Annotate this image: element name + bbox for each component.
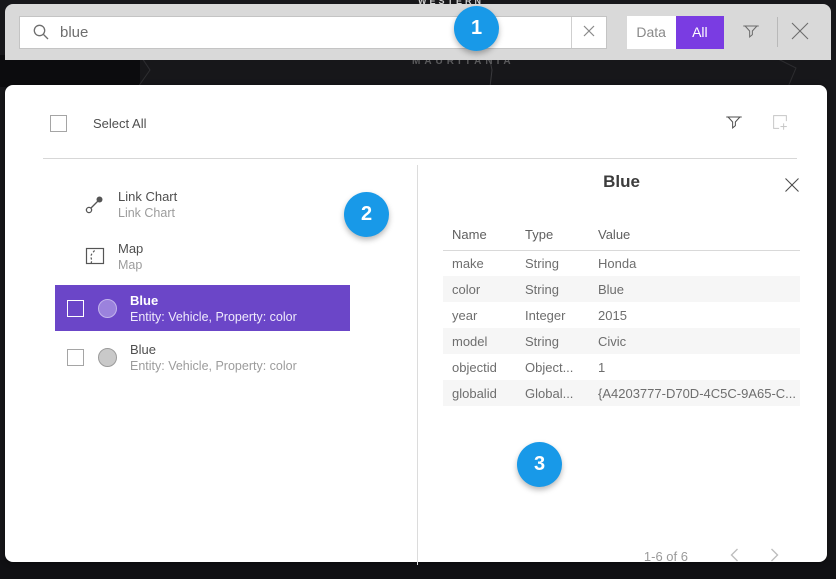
chevron-left-icon <box>730 548 739 565</box>
search-box <box>19 16 607 49</box>
map-icon <box>83 244 109 268</box>
detail-title: Blue <box>443 172 800 192</box>
column-header-type: Type <box>516 220 589 250</box>
link-chart-icon <box>83 192 109 216</box>
callout-badge-3: 3 <box>517 442 562 487</box>
column-header-value: Value <box>589 220 800 250</box>
attr-name: objectid <box>443 354 516 380</box>
results-panel: Select All <box>5 85 827 562</box>
close-detail-button[interactable] <box>780 174 804 198</box>
screenshot-root: WESTERN MAURITANIA Data All <box>0 0 836 579</box>
result-item-blue-selected[interactable]: Blue Entity: Vehicle, Property: color <box>55 285 350 331</box>
clear-search-button[interactable] <box>572 17 606 48</box>
attr-type: Object... <box>516 354 589 380</box>
column-header-name: Name <box>443 220 516 250</box>
entity-circle-icon <box>98 299 117 318</box>
filter-button[interactable] <box>734 15 767 49</box>
attribute-row: color String Blue <box>443 276 800 302</box>
close-search-button[interactable] <box>784 15 817 49</box>
scope-data-button[interactable]: Data <box>627 16 676 49</box>
result-checkbox[interactable] <box>67 349 84 366</box>
pagination: 1-6 of 6 <box>443 543 800 569</box>
result-checkbox[interactable] <box>67 300 84 317</box>
result-item-blue[interactable]: Blue Entity: Vehicle, Property: color <box>55 334 350 380</box>
attribute-row: globalid Global... {A4203777-D70D-4C5C-9… <box>443 380 800 406</box>
result-subtitle: Link Chart <box>118 205 177 221</box>
attribute-row: year Integer 2015 <box>443 302 800 328</box>
callout-badge-1: 1 <box>454 6 499 51</box>
result-title: Blue <box>130 292 297 309</box>
detail-panel: Blue Name Type <box>418 159 827 572</box>
search-toolbar: Data All <box>5 4 831 60</box>
attribute-row: model String Civic <box>443 328 800 354</box>
toolbar-divider <box>777 17 778 47</box>
attribute-row: objectid Object... 1 <box>443 354 800 380</box>
clear-x-icon <box>583 25 595 40</box>
result-title: Link Chart <box>118 188 177 205</box>
attr-type: Integer <box>516 302 589 328</box>
attr-value: 2015 <box>589 302 800 328</box>
attr-name: model <box>443 328 516 354</box>
attr-value: Civic <box>589 328 800 354</box>
search-icon <box>32 23 50 41</box>
attr-type: String <box>516 328 589 354</box>
attr-value: Honda <box>589 250 800 276</box>
next-page-button[interactable] <box>762 544 786 568</box>
attr-name: globalid <box>443 380 516 406</box>
attribute-header-row: Name Type Value <box>443 220 800 250</box>
callout-badge-2: 2 <box>344 192 389 237</box>
attr-name: year <box>443 302 516 328</box>
result-item-map[interactable]: Map Map <box>5 230 417 282</box>
panel-header: Select All <box>5 85 827 148</box>
attr-value: 1 <box>589 354 800 380</box>
previous-page-button[interactable] <box>722 544 746 568</box>
page-range-label: 1-6 of 6 <box>644 549 688 564</box>
attr-name: make <box>443 250 516 276</box>
attr-value: Blue <box>589 276 800 302</box>
add-to-selection-button[interactable] <box>763 107 797 141</box>
result-title: Map <box>118 240 143 257</box>
select-all-label: Select All <box>93 116 146 131</box>
attr-type: Global... <box>516 380 589 406</box>
filter-funnel-icon <box>741 21 761 44</box>
panel-body: Link Chart Link Chart Map Map <box>5 159 827 572</box>
chevron-right-icon <box>770 548 779 565</box>
attr-type: String <box>516 276 589 302</box>
attribute-table: Name Type Value make String Honda color <box>443 220 800 406</box>
scope-toggle: Data All <box>627 16 724 49</box>
panel-filter-button[interactable] <box>717 107 751 141</box>
result-subtitle: Entity: Vehicle, Property: color <box>130 309 297 325</box>
attr-value: {A4203777-D70D-4C5C-9A65-C... <box>589 380 800 406</box>
box-plus-icon <box>770 112 790 135</box>
attr-name: color <box>443 276 516 302</box>
filter-funnel-icon <box>724 112 744 135</box>
close-x-icon <box>790 21 810 44</box>
result-title: Blue <box>130 341 297 358</box>
result-subtitle: Entity: Vehicle, Property: color <box>130 358 297 374</box>
result-subtitle: Map <box>118 257 143 273</box>
close-x-icon <box>784 177 800 196</box>
attribute-row: make String Honda <box>443 250 800 276</box>
attr-type: String <box>516 250 589 276</box>
entity-circle-icon <box>98 348 117 367</box>
scope-all-button[interactable]: All <box>676 16 725 49</box>
select-all-checkbox[interactable] <box>50 115 67 132</box>
